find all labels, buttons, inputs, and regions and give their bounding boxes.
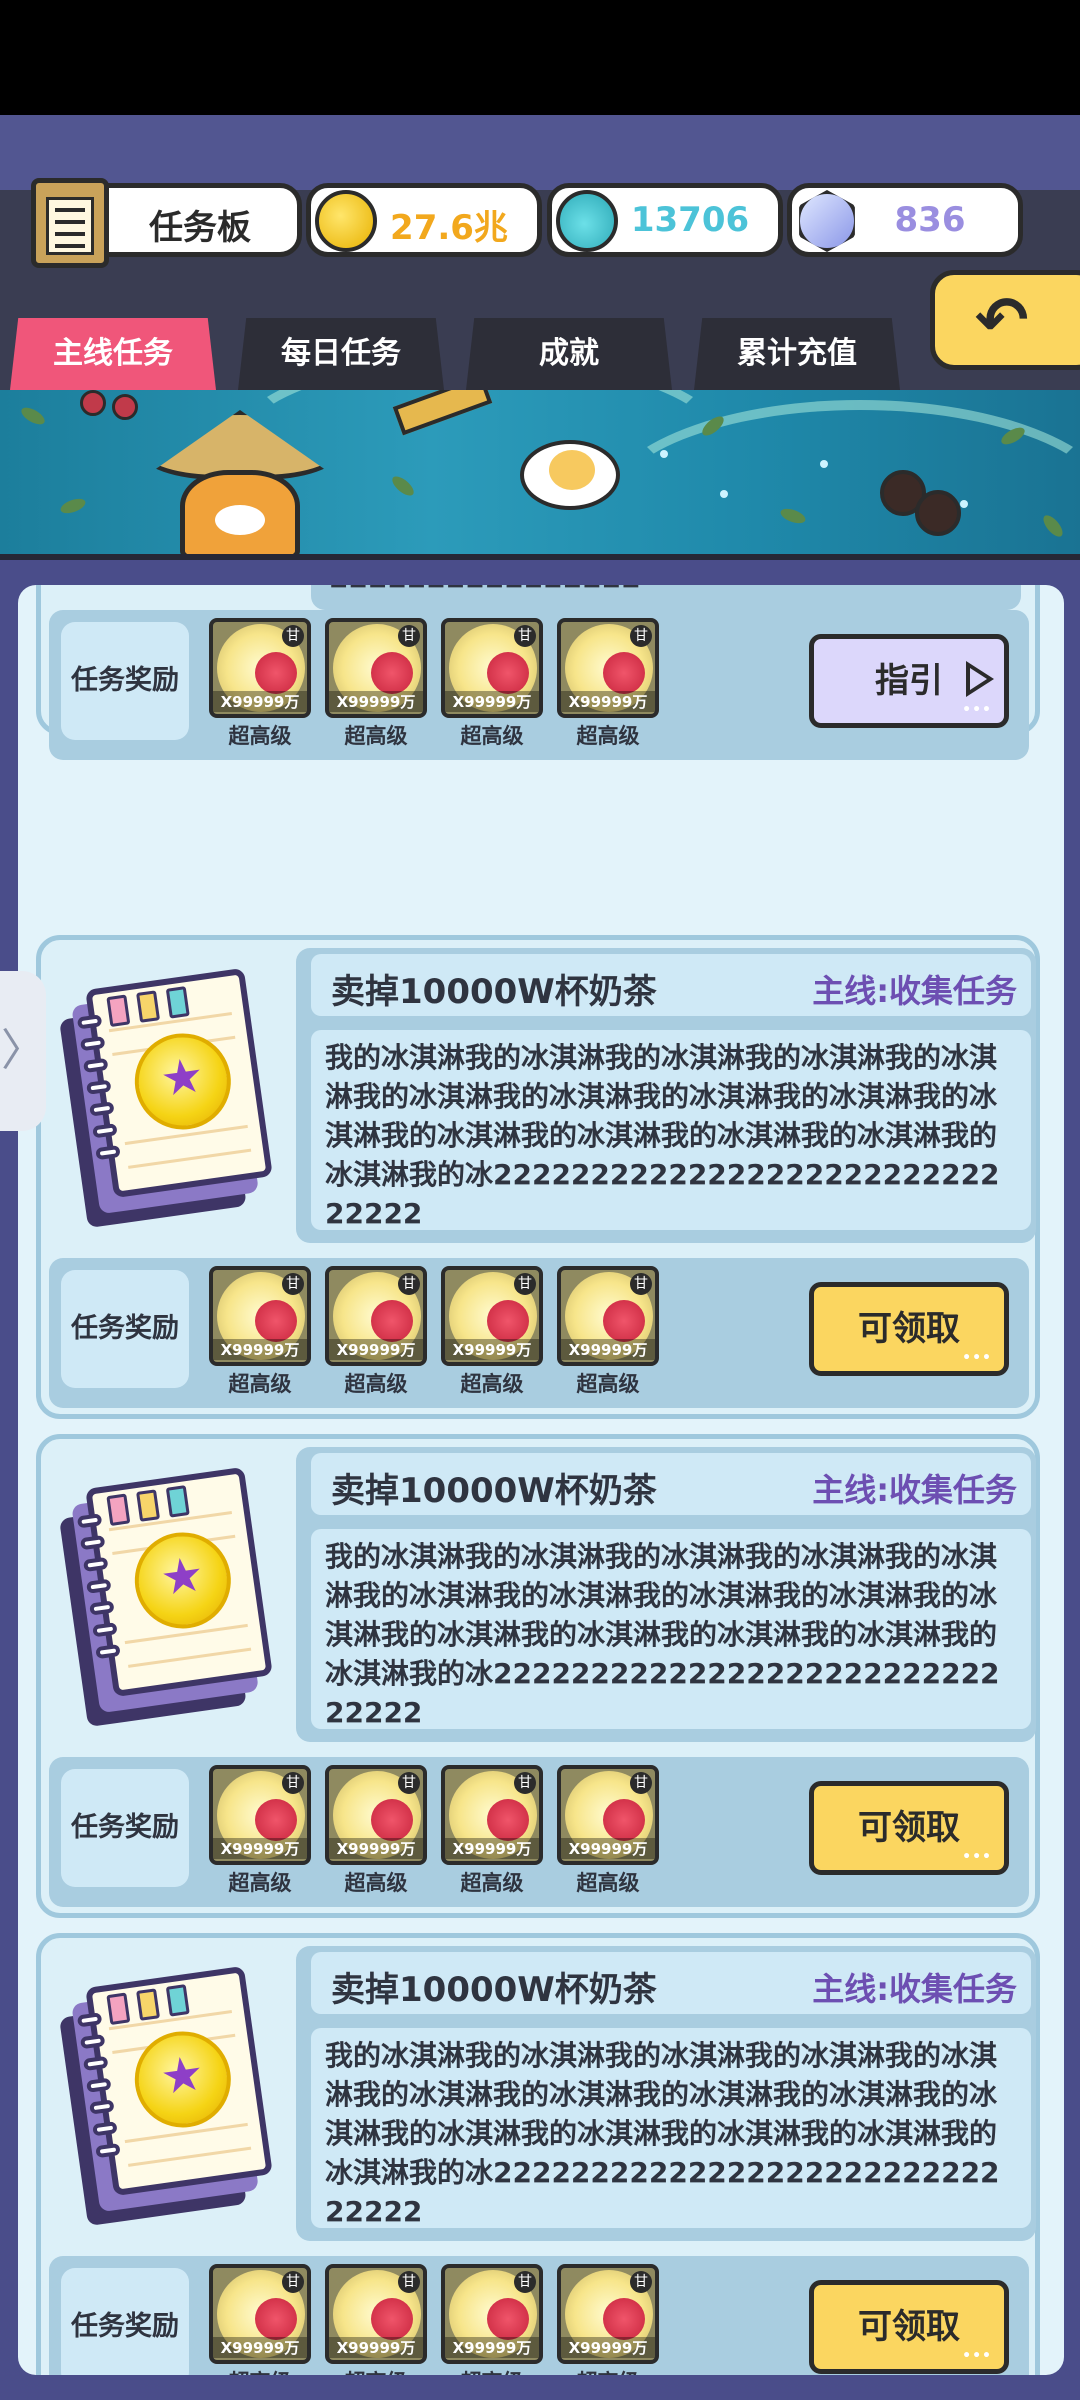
task-type-tag: 主线:收集任务	[812, 972, 1017, 1010]
sparkle-decoration	[660, 450, 668, 458]
reward-label: 任务奖励	[61, 2268, 189, 2375]
gold-counter[interactable]: 27.6兆	[306, 183, 542, 257]
reward-item[interactable]: 甘X99999万 超高级	[441, 2264, 543, 2375]
leaf-decoration	[58, 495, 88, 517]
leaf-decoration	[18, 404, 48, 428]
berry-icon	[112, 394, 138, 420]
reward-item[interactable]: 甘X99999万 超高级	[209, 618, 311, 748]
status-bar	[0, 0, 1080, 115]
header-top-band	[0, 115, 1080, 190]
claim-button[interactable]: 可领取 •••	[809, 1781, 1009, 1875]
potion-value: 13706	[630, 200, 750, 240]
notebook-icon: ★	[51, 948, 291, 1238]
reward-row: 任务奖励 甘X99999万 超高级 甘X99999万 超高级 甘X99999万 …	[49, 1258, 1029, 1408]
star-coin-icon: ★	[128, 1526, 238, 1635]
notebook-icon: ★	[51, 1946, 291, 2236]
claim-button[interactable]: 可领取 •••	[809, 1282, 1009, 1376]
claim-button-label: 可领取	[858, 2307, 960, 2347]
potion-counter[interactable]: 13706	[547, 183, 783, 257]
star-coin-icon: ★	[128, 1027, 238, 1136]
claim-button-label: 可领取	[858, 1309, 960, 1349]
sparkle-decoration	[960, 500, 968, 508]
cookie-icon	[915, 490, 961, 536]
pudding-plate-icon	[520, 440, 620, 510]
task-description-box: 我的冰淇淋我的冰淇淋我的冰淇淋我的冰淇淋我的冰淇淋我的冰淇淋我的冰淇淋我的冰淇淋…	[311, 1529, 1031, 1729]
guide-button[interactable]: 指引 •••	[809, 634, 1009, 728]
gold-value: 27.6兆	[390, 208, 508, 248]
task-description-box: 我的冰淇淋我的冰淇淋我的冰淇淋我的冰淇淋我的冰淇淋我的冰淇淋我的冰淇淋我的冰淇淋…	[311, 2028, 1031, 2228]
task-description-box: 我的冰淇淋我的冰淇淋我的冰淇淋我的冰淇淋我的冰淇淋我的冰淇淋我的冰淇淋我的冰淇淋…	[311, 1030, 1031, 1230]
reward-item[interactable]: 甘X99999万 超高级	[441, 1266, 543, 1396]
task-description-box: 2222222222222222	[311, 585, 1021, 610]
sparkle-decoration	[720, 490, 728, 498]
claim-button[interactable]: 可领取 •••	[809, 2280, 1009, 2374]
task-type-tag: 主线:收集任务	[812, 1970, 1017, 2008]
reward-item[interactable]: 甘X99999万 超高级	[557, 618, 659, 748]
star-coin-icon: ★	[128, 2025, 238, 2134]
reward-item[interactable]: 甘X99999万 超高级	[557, 1765, 659, 1895]
reward-item[interactable]: 甘X99999万 超高级	[325, 1765, 427, 1895]
tab-main-tasks[interactable]: 主线任务	[10, 318, 216, 390]
task-description: 我的冰淇淋我的冰淇淋我的冰淇淋我的冰淇淋我的冰淇淋我的冰淇淋我的冰淇淋我的冰淇淋…	[325, 1540, 1000, 1729]
sparkle-decoration	[820, 460, 828, 468]
reward-item[interactable]: 甘X99999万 超高级	[325, 618, 427, 748]
side-drawer-handle[interactable]: 〉	[0, 971, 46, 1131]
reward-row: 任务奖励 甘X99999万 超高级 甘X99999万 超高级 甘X99999万 …	[49, 1757, 1029, 1907]
claim-button-label: 可领取	[858, 1808, 960, 1848]
reward-item[interactable]: 甘X99999万 超高级	[325, 1266, 427, 1396]
task-title-bar: 卖掉10000W杯奶茶 主线:收集任务	[311, 1453, 1031, 1515]
reward-label: 任务奖励	[61, 1270, 189, 1388]
tab-cumulative-recharge[interactable]: 累计充值	[694, 318, 900, 390]
task-title: 卖掉10000W杯奶茶	[331, 1471, 657, 1511]
gem-counter[interactable]: 836	[787, 183, 1023, 257]
task-type-tag: 主线:收集任务	[812, 1471, 1017, 1509]
tab-daily-tasks[interactable]: 每日任务	[238, 318, 444, 390]
task-title: 卖掉10000W杯奶茶	[331, 972, 657, 1012]
reward-item[interactable]: 甘X99999万 超高级	[209, 1266, 311, 1396]
berry-icon	[80, 390, 106, 416]
tab-achievements[interactable]: 成就	[466, 318, 672, 390]
gem-value: 836	[894, 200, 966, 240]
header: 任务板 27.6兆 13706 836 ↶ 主线任务 每日任务 成就 累计充值	[0, 115, 1080, 560]
task-title-bar: 卖掉10000W杯奶茶 主线:收集任务	[311, 954, 1031, 1016]
chevron-right-icon: 〉	[1, 1025, 45, 1076]
page-title: 任务板	[149, 208, 251, 248]
title-pill: 任务板	[31, 178, 302, 268]
reward-row: 任务奖励 甘X99999万 超高级 甘X99999万 超高级 甘X99999万 …	[49, 610, 1029, 760]
reward-label: 任务奖励	[61, 622, 189, 740]
task-list[interactable]: 2222222222222222 任务奖励 甘X99999万 超高级 甘X999…	[18, 585, 1064, 2375]
task-description-tail: 2222222222222222	[329, 585, 641, 594]
reward-item[interactable]: 甘X99999万 超高级	[557, 2264, 659, 2375]
bottom-frame	[0, 2375, 1080, 2400]
clipboard-icon	[31, 178, 109, 268]
task-title: 卖掉10000W杯奶茶	[331, 1970, 657, 2010]
reward-item[interactable]: 甘X99999万 超高级	[557, 1266, 659, 1396]
task-description: 我的冰淇淋我的冰淇淋我的冰淇淋我的冰淇淋我的冰淇淋我的冰淇淋我的冰淇淋我的冰淇淋…	[325, 1041, 1000, 1230]
reward-item[interactable]: 甘X99999万 超高级	[441, 1765, 543, 1895]
tab-bar: 主线任务 每日任务 成就 累计充值	[0, 318, 1080, 390]
cat-character-icon	[180, 470, 300, 554]
reward-item[interactable]: 甘X99999万 超高级	[441, 618, 543, 748]
task-board-screen: 任务板 27.6兆 13706 836 ↶ 主线任务 每日任务 成就 累计充值	[0, 115, 1080, 2400]
task-card: ★ 卖掉10000W杯奶茶 主线:收集任务 我的冰淇淋我的冰淇淋我的冰淇淋我的冰…	[36, 1434, 1040, 1918]
guide-button-label: 指引	[875, 661, 943, 701]
notebook-icon: ★	[51, 1447, 291, 1737]
reward-item[interactable]: 甘X99999万 超高级	[325, 2264, 427, 2375]
reward-item[interactable]: 甘X99999万 超高级	[209, 1765, 311, 1895]
banner-illustration	[0, 390, 1080, 560]
task-card-partial: 2222222222222222 任务奖励 甘X99999万 超高级 甘X999…	[36, 585, 1040, 760]
play-triangle-icon	[966, 661, 994, 697]
task-card: ★ 卖掉10000W杯奶茶 主线:收集任务 我的冰淇淋我的冰淇淋我的冰淇淋我的冰…	[36, 1933, 1040, 2375]
reward-row: 任务奖励 甘X99999万 超高级 甘X99999万 超高级 甘X99999万 …	[49, 2256, 1029, 2375]
task-description: 我的冰淇淋我的冰淇淋我的冰淇淋我的冰淇淋我的冰淇淋我的冰淇淋我的冰淇淋我的冰淇淋…	[325, 2039, 1000, 2228]
reward-item[interactable]: 甘X99999万 超高级	[209, 2264, 311, 2375]
task-title-bar: 卖掉10000W杯奶茶 主线:收集任务	[311, 1952, 1031, 2014]
reward-label: 任务奖励	[61, 1769, 189, 1887]
task-card: ★ 卖掉10000W杯奶茶 主线:收集任务 我的冰淇淋我的冰淇淋我的冰淇淋我的冰…	[36, 935, 1040, 1419]
